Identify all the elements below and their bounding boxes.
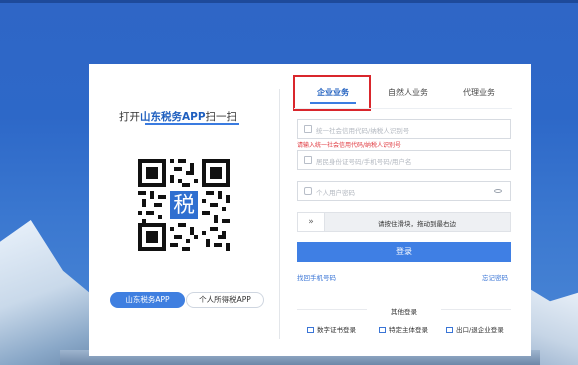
retrieve-phone-link[interactable]: 找回手机号码 bbox=[297, 272, 336, 282]
digital-cert-login-label: 数字证书登录 bbox=[317, 326, 356, 334]
slider-handle[interactable]: » bbox=[298, 213, 325, 231]
personal-income-tax-app-button[interactable]: 个人所得税APP bbox=[186, 292, 264, 308]
certificate-icon bbox=[307, 327, 314, 333]
id-card-icon bbox=[304, 125, 312, 133]
shandong-tax-app-button[interactable]: 山东税务APP bbox=[110, 292, 185, 308]
qr-scan-title: 打开山东税务APP扫一扫 bbox=[119, 109, 259, 125]
credit-code-placeholder: 统一社会信用代码/纳税人识别号 bbox=[316, 127, 410, 135]
slider-hint: 请按住滑块，拖动到最右边 bbox=[378, 220, 456, 228]
other-login-divider-right bbox=[441, 309, 511, 310]
tab-agent-label: 代理业务 bbox=[463, 88, 495, 97]
qr-code: 税 bbox=[138, 159, 230, 251]
slider-captcha[interactable]: » 请按住滑块，拖动到最右边 bbox=[297, 212, 511, 232]
show-password-icon[interactable] bbox=[494, 189, 502, 193]
forgot-password-link[interactable]: 忘记密码 bbox=[482, 272, 508, 282]
specific-entity-login-label: 特定主体登录 bbox=[389, 326, 428, 334]
digital-cert-login[interactable]: 数字证书登录 bbox=[307, 324, 356, 334]
login-button[interactable]: 登录 bbox=[297, 242, 511, 262]
tab-individual[interactable]: 自然人业务 bbox=[372, 78, 444, 108]
lock-icon bbox=[304, 187, 312, 195]
tabs-divider bbox=[294, 108, 512, 109]
qr-title-prefix: 打开 bbox=[119, 111, 140, 123]
qr-title-app-name: 山东税务APP bbox=[140, 111, 206, 123]
password-field[interactable]: 个人用户密码 bbox=[297, 181, 511, 201]
password-placeholder: 个人用户密码 bbox=[316, 189, 355, 197]
specific-entity-login[interactable]: 特定主体登录 bbox=[379, 324, 428, 334]
export-refund-login-label: 出口/退企业登录 bbox=[456, 326, 504, 334]
export-refund-login[interactable]: 出口/退企业登录 bbox=[446, 324, 504, 334]
other-login-title: 其他登录 bbox=[391, 308, 417, 316]
window-top-bar bbox=[0, 0, 578, 3]
login-card: 打开山东税务APP扫一扫 税 山东税务APP 个人所得税APP 企业业务 自然人… bbox=[89, 64, 531, 356]
highlight-box bbox=[293, 75, 371, 111]
credit-code-error: 请输入统一社会信用代码/纳税人识别号 bbox=[297, 142, 402, 149]
export-icon bbox=[446, 327, 453, 333]
entity-icon bbox=[379, 327, 386, 333]
tab-agent[interactable]: 代理业务 bbox=[444, 78, 514, 108]
qr-title-underline bbox=[145, 123, 239, 125]
account-placeholder: 居民身份证号码/手机号码/用户名 bbox=[316, 158, 412, 166]
credit-code-field[interactable]: 统一社会信用代码/纳税人识别号 bbox=[297, 119, 511, 139]
panel-divider bbox=[279, 89, 280, 339]
tab-individual-label: 自然人业务 bbox=[388, 88, 428, 97]
qr-logo-char: 税 bbox=[173, 193, 195, 218]
phone-icon bbox=[304, 156, 312, 164]
account-field[interactable]: 居民身份证号码/手机号码/用户名 bbox=[297, 150, 511, 170]
qr-title-suffix: 扫一扫 bbox=[205, 111, 238, 123]
